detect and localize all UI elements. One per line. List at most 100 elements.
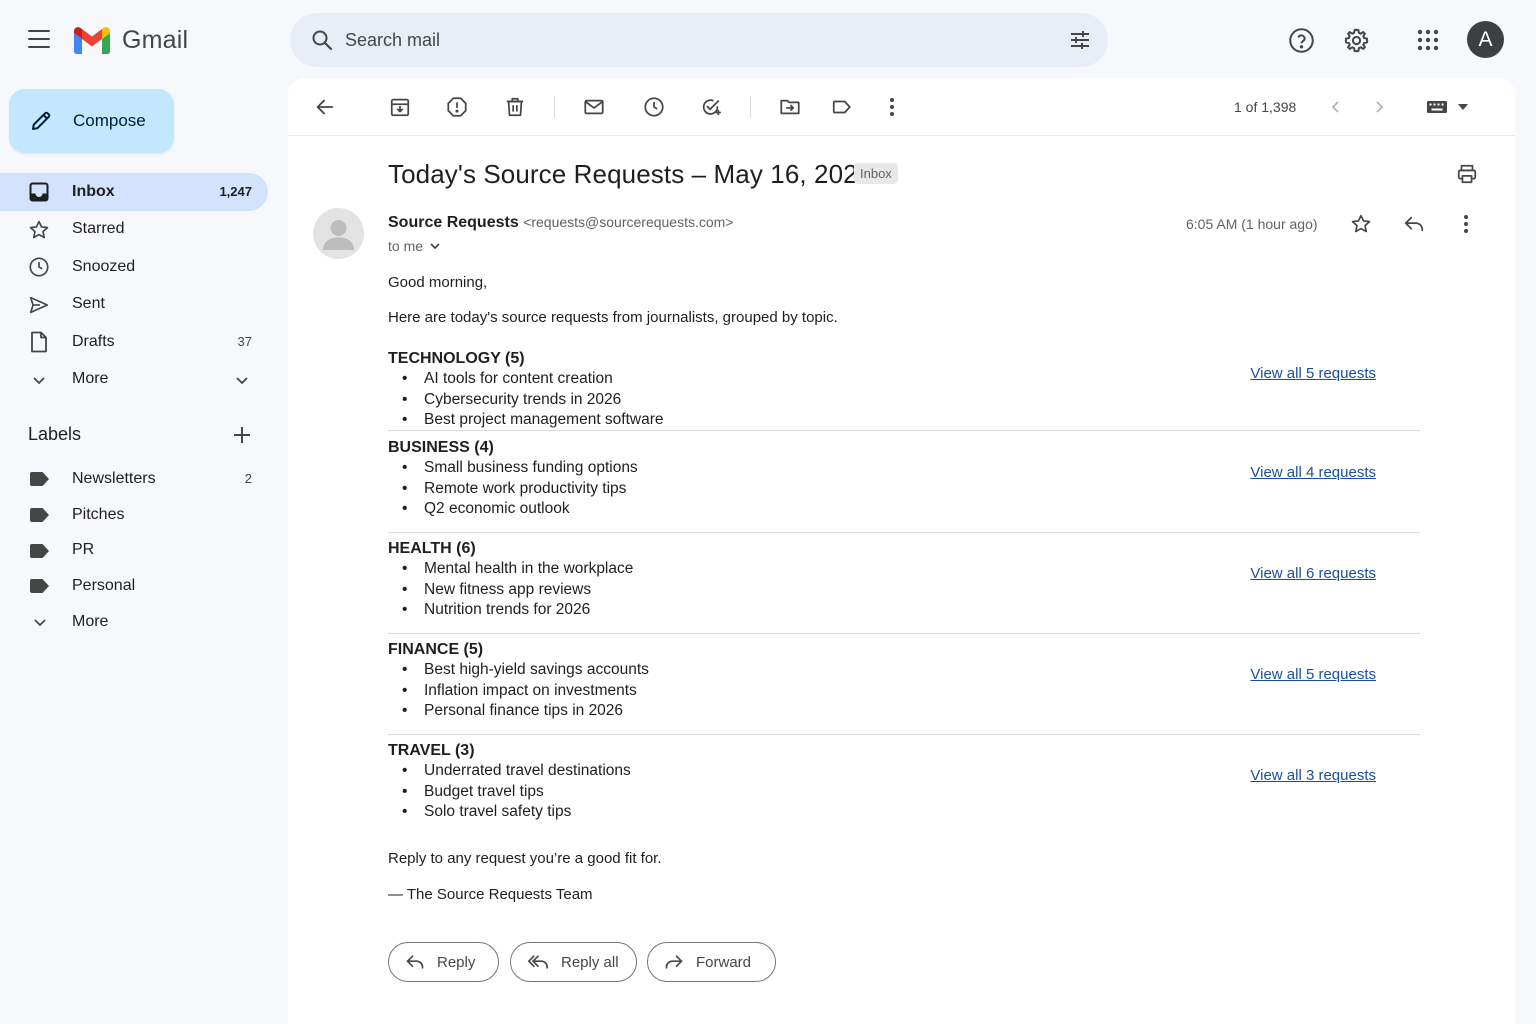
expand-chevron-icon[interactable] bbox=[234, 372, 250, 388]
recipient-details[interactable]: to me bbox=[388, 238, 441, 254]
print-icon[interactable] bbox=[1456, 163, 1478, 185]
keyboard-icon bbox=[1427, 101, 1468, 113]
help-icon bbox=[1288, 27, 1314, 53]
add-label-icon[interactable] bbox=[232, 425, 252, 445]
clock-icon bbox=[644, 97, 664, 117]
sidebar-item-label: Drafts bbox=[72, 332, 115, 350]
sidebar-item-inbox[interactable]: Inbox 1,247 bbox=[0, 173, 268, 211]
search-input[interactable] bbox=[345, 25, 1025, 55]
google-apps-button[interactable] bbox=[1410, 22, 1446, 58]
input-tools-button[interactable] bbox=[1424, 95, 1474, 119]
request-item: New fitness app reviews bbox=[388, 580, 1420, 601]
labels-more[interactable]: More bbox=[0, 604, 268, 640]
search-bar[interactable] bbox=[290, 13, 1108, 67]
request-item: Budget travel tips bbox=[388, 782, 1420, 803]
view-all-link[interactable]: View all 6 requests bbox=[1250, 565, 1376, 582]
label-item-pr[interactable]: PR bbox=[0, 533, 268, 569]
view-all-link[interactable]: View all 4 requests bbox=[1250, 464, 1376, 481]
sidebar-item-starred[interactable]: Starred bbox=[0, 211, 268, 249]
inbox-label-chip[interactable]: Inbox bbox=[854, 163, 898, 184]
message-more-button[interactable] bbox=[1454, 212, 1478, 236]
sidebar-item-label: Inbox bbox=[72, 182, 115, 200]
report-spam-button[interactable] bbox=[445, 95, 469, 119]
compose-label: Compose bbox=[73, 111, 146, 130]
search-icon[interactable] bbox=[310, 28, 334, 52]
labels-button[interactable] bbox=[830, 95, 854, 119]
sender-name[interactable]: Source Requests bbox=[388, 214, 519, 231]
category-travel: TRAVEL (3) Underrated travel destination… bbox=[388, 741, 1420, 836]
reply-icon-button[interactable] bbox=[1402, 212, 1426, 236]
label-name: Personal bbox=[72, 577, 136, 595]
label-tag-icon bbox=[30, 579, 49, 594]
label-list: Newsletters 2 Pitches PR Personal More bbox=[0, 461, 268, 640]
more-options-button[interactable] bbox=[880, 95, 904, 119]
sidebar-item-more[interactable]: More bbox=[0, 361, 268, 399]
sidebar-nav: Inbox 1,247 Starred Snoozed Sent Drafts … bbox=[0, 173, 268, 398]
settings-button[interactable] bbox=[1338, 22, 1374, 58]
pencil-icon bbox=[32, 111, 51, 130]
reply-all-button[interactable]: Reply all bbox=[510, 942, 637, 982]
unread-count: 1,247 bbox=[219, 184, 252, 200]
main-menu-button[interactable] bbox=[28, 30, 50, 48]
request-item: Personal finance tips in 2026 bbox=[388, 701, 1420, 722]
email-closing: Reply to any request you’re a good fit f… bbox=[388, 850, 662, 867]
sidebar-item-drafts[interactable]: Drafts 37 bbox=[0, 323, 268, 361]
reply-all-icon bbox=[527, 955, 548, 969]
request-item: Q2 economic outlook bbox=[388, 499, 1420, 520]
label-tag-icon bbox=[30, 507, 49, 522]
view-all-link[interactable]: View all 5 requests bbox=[1250, 365, 1376, 382]
snooze-button[interactable] bbox=[642, 95, 666, 119]
add-to-tasks-button[interactable] bbox=[699, 95, 723, 119]
label-item-personal[interactable]: Personal bbox=[0, 568, 268, 604]
delete-button[interactable] bbox=[503, 95, 527, 119]
pagination-text: 1 of 1,398 bbox=[1234, 99, 1297, 115]
category-title: HEALTH (6) bbox=[388, 540, 476, 557]
label-item-newsletters[interactable]: Newsletters 2 bbox=[0, 461, 268, 497]
sidebar-item-snoozed[interactable]: Snoozed bbox=[0, 248, 268, 286]
inbox-icon bbox=[29, 182, 49, 202]
toolbar-divider bbox=[750, 96, 751, 118]
category-title: TRAVEL (3) bbox=[388, 742, 475, 759]
request-item: Nutrition trends for 2026 bbox=[388, 600, 1420, 621]
label-item-pitches[interactable]: Pitches bbox=[0, 497, 268, 533]
sender-line: Source Requests <requests@sourcerequests… bbox=[388, 214, 734, 232]
forward-button[interactable]: Forward bbox=[647, 942, 776, 982]
chevron-right-icon bbox=[1376, 101, 1384, 113]
app-name: Gmail bbox=[122, 26, 189, 54]
label-name: Pitches bbox=[72, 505, 125, 523]
message-panel: 1 of 1,398 Today's Source Requests – May… bbox=[288, 78, 1515, 1024]
sender-avatar[interactable] bbox=[313, 208, 364, 259]
spam-icon bbox=[447, 97, 467, 117]
sidebar-item-label: Sent bbox=[72, 295, 105, 313]
request-item: Best project management software bbox=[388, 410, 1420, 431]
star-icon bbox=[29, 220, 49, 238]
search-options-icon[interactable] bbox=[1068, 28, 1092, 52]
chevron-left-icon bbox=[1331, 101, 1339, 113]
chevron-down-icon bbox=[34, 619, 46, 627]
gmail-logo[interactable]: Gmail bbox=[74, 26, 188, 55]
view-all-link[interactable]: View all 3 requests bbox=[1250, 767, 1376, 784]
compose-button[interactable]: Compose bbox=[9, 89, 174, 153]
move-to-button[interactable] bbox=[778, 95, 802, 119]
back-button[interactable] bbox=[313, 95, 337, 119]
reply-icon bbox=[406, 955, 424, 969]
support-button[interactable] bbox=[1283, 22, 1319, 58]
category-health: HEALTH (6) Mental health in the workplac… bbox=[388, 539, 1420, 634]
view-all-link[interactable]: View all 5 requests bbox=[1250, 666, 1376, 683]
email-timestamp: 6:05 AM (1 hour ago) bbox=[1186, 216, 1318, 232]
sidebar-item-sent[interactable]: Sent bbox=[0, 286, 268, 324]
draft-icon bbox=[31, 331, 47, 353]
mark-unread-button[interactable] bbox=[582, 95, 606, 119]
chevron-down-icon bbox=[430, 243, 440, 250]
star-button[interactable] bbox=[1349, 212, 1373, 236]
older-button[interactable] bbox=[1367, 95, 1391, 119]
newer-button[interactable] bbox=[1324, 95, 1348, 119]
label-name: PR bbox=[72, 541, 95, 559]
archive-button[interactable] bbox=[388, 95, 412, 119]
message-toolbar: 1 of 1,398 bbox=[288, 78, 1515, 136]
account-avatar[interactable]: A bbox=[1467, 21, 1504, 58]
reply-button[interactable]: Reply bbox=[388, 942, 499, 982]
apps-grid-icon bbox=[1417, 29, 1439, 51]
chevron-down-icon bbox=[33, 376, 45, 384]
forward-icon bbox=[665, 955, 683, 969]
